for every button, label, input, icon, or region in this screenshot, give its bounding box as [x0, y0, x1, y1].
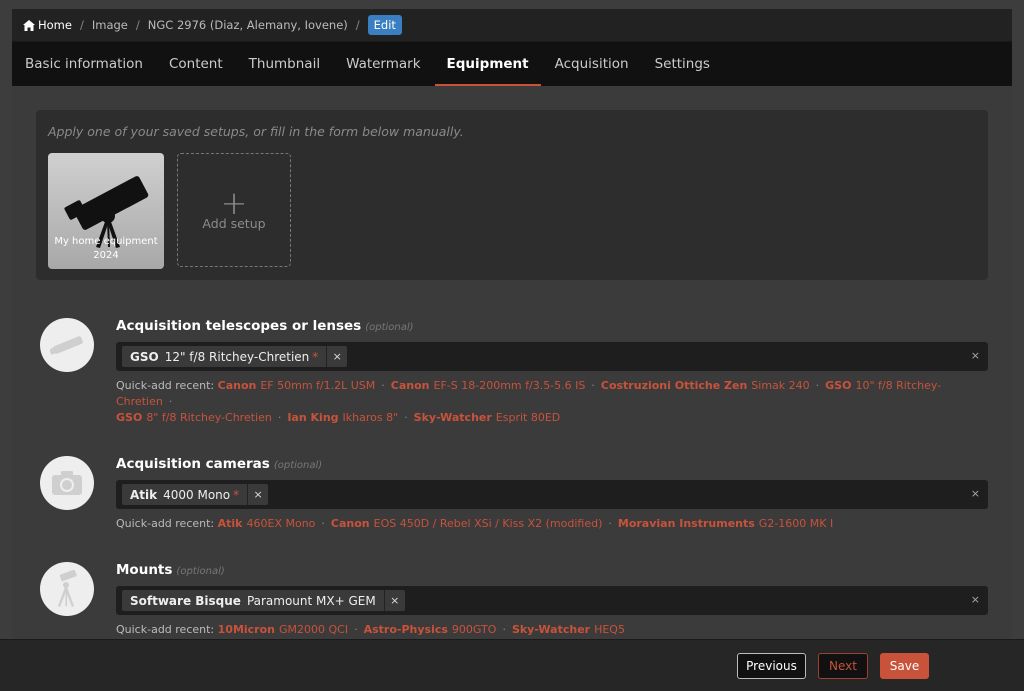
plus-icon: +: [220, 183, 248, 222]
selected-tag: GSO 12" f/8 Ritchey-Chretien * ×: [122, 346, 348, 367]
tag-name: 4000 Mono: [163, 487, 231, 502]
tab-content[interactable]: Content: [169, 42, 223, 86]
mounts-quick-add: Quick-add recent: 10Micron GM2000 QCI · Ast…: [116, 623, 625, 636]
selected-tag: Software Bisque Paramount MX+ GEM ×: [122, 590, 405, 611]
breadcrumb-separator: /: [79, 18, 84, 32]
cameras-title: Acquisition cameras (optional): [116, 456, 988, 474]
tag-brand: GSO: [130, 349, 159, 364]
tab-watermark[interactable]: Watermark: [346, 42, 420, 86]
selected-tag: Atik 4000 Mono * ×: [122, 484, 269, 505]
breadcrumb-edit: Edit: [367, 15, 402, 35]
telescopes-select[interactable]: GSO 12" f/8 Ritchey-Chretien * × ×: [116, 342, 988, 371]
quick-add-item[interactable]: 10Micron GM2000 QCI: [218, 623, 348, 636]
quick-add-item[interactable]: Moravian Instruments G2-1600 MK I: [618, 517, 833, 530]
tag-text: GSO 12" f/8 Ritchey-Chretien *: [122, 346, 328, 367]
mounts-select[interactable]: Software Bisque Paramount MX+ GEM × ×: [116, 586, 988, 615]
setup-card-label: My home equipment 2024: [54, 236, 158, 261]
tab-basic-information[interactable]: Basic information: [25, 42, 143, 86]
mounts-title: Mounts (optional): [116, 562, 988, 580]
tag-name: 12" f/8 Ritchey-Chretien: [164, 349, 310, 364]
quick-add-label: Quick-add recent:: [116, 379, 215, 392]
quick-add-item[interactable]: Astro-Physics 900GTO: [364, 623, 497, 636]
breadcrumb-home-label: Home: [38, 18, 72, 32]
setup-card-my-home-equipment[interactable]: My home equipment 2024: [48, 153, 164, 269]
telescopes-title: Acquisition telescopes or lenses (option…: [116, 318, 988, 336]
setups-hint: Apply one of your saved setups, or fill …: [48, 124, 464, 139]
quick-add-item[interactable]: Canon EF-S 18-200mm f/3.5-5.6 IS: [391, 379, 586, 392]
quick-add-item[interactable]: Costruzioni Ottiche Zen Simak 240: [601, 379, 810, 392]
clear-icon[interactable]: ×: [971, 487, 980, 500]
tag-brand: Software Bisque: [130, 593, 241, 608]
camera-icon: [40, 456, 94, 510]
tag-text: Software Bisque Paramount MX+ GEM: [122, 590, 385, 611]
home-icon: [23, 19, 35, 31]
remove-tag-icon[interactable]: ×: [327, 346, 347, 367]
telescope-icon: [40, 318, 94, 372]
cameras-select[interactable]: Atik 4000 Mono * × ×: [116, 480, 988, 509]
clear-icon[interactable]: ×: [971, 593, 980, 606]
quick-add-item[interactable]: Sky-Watcher HEQ5: [512, 623, 625, 636]
previous-button[interactable]: Previous: [737, 653, 806, 679]
tag-brand: Atik: [130, 487, 158, 502]
required-marker: *: [233, 487, 240, 502]
remove-tag-icon[interactable]: ×: [248, 484, 268, 505]
breadcrumb-image[interactable]: Image: [92, 18, 128, 32]
cameras-section: Acquisition cameras (optional) Atik 4000…: [36, 456, 988, 532]
add-setup-button[interactable]: + Add setup: [177, 153, 291, 267]
quick-add-item[interactable]: Ian King Ikharos 8": [287, 411, 398, 424]
tab-thumbnail[interactable]: Thumbnail: [249, 42, 320, 86]
breadcrumb-image-title[interactable]: NGC 2976 (Diaz, Alemany, Iovene): [148, 18, 348, 32]
quick-add-label: Quick-add recent:: [116, 517, 215, 530]
optional-label: (optional): [273, 460, 323, 471]
edit-panel: Home / Image / NGC 2976 (Diaz, Alemany, …: [12, 9, 1012, 691]
quick-add-item[interactable]: Sky-Watcher Esprit 80ED: [414, 411, 561, 424]
tab-acquisition[interactable]: Acquisition: [555, 42, 629, 86]
optional-label: (optional): [176, 566, 225, 577]
tab-bar: Basic information Content Thumbnail Wate…: [12, 42, 1012, 86]
breadcrumb-separator: /: [355, 18, 360, 32]
quick-add-item[interactable]: Canon EOS 450D / Rebel XSi / Kiss X2 (mod…: [331, 517, 602, 530]
breadcrumb: Home / Image / NGC 2976 (Diaz, Alemany, …: [12, 9, 1012, 42]
telescopes-section: Acquisition telescopes or lenses (option…: [36, 318, 988, 426]
cameras-quick-add: Quick-add recent: Atik 460EX Mono · Canon EO…: [116, 517, 834, 530]
required-marker: *: [312, 349, 319, 364]
equipment-form: Apply one of your saved setups, or fill …: [12, 86, 1012, 641]
save-button[interactable]: Save: [880, 653, 929, 679]
cameras-title-text: Acquisition cameras: [116, 456, 270, 472]
telescopes-title-text: Acquisition telescopes or lenses: [116, 318, 362, 334]
quick-add-item[interactable]: Canon EF 50mm f/1.2L USM: [218, 379, 376, 392]
mounts-section: Mounts (optional) Software Bisque Paramo…: [36, 562, 988, 638]
saved-setups-panel: Apply one of your saved setups, or fill …: [36, 110, 988, 280]
tab-equipment[interactable]: Equipment: [434, 42, 541, 86]
form-footer: Previous Next Save: [0, 639, 1024, 691]
optional-label: (optional): [365, 322, 414, 333]
tag-name: Paramount MX+ GEM: [246, 593, 376, 608]
telescopes-quick-add: Quick-add recent: Canon EF 50mm f/1.2L US…: [116, 379, 942, 424]
remove-tag-icon[interactable]: ×: [385, 590, 405, 611]
breadcrumb-separator: /: [135, 18, 140, 32]
clear-icon[interactable]: ×: [971, 349, 980, 362]
breadcrumb-home[interactable]: Home: [23, 18, 72, 32]
page-frame: Home / Image / NGC 2976 (Diaz, Alemany, …: [0, 0, 1024, 691]
next-button[interactable]: Next: [818, 653, 868, 679]
tag-text: Atik 4000 Mono *: [122, 484, 249, 505]
mount-tripod-icon: [40, 562, 94, 616]
add-setup-label: Add setup: [202, 215, 266, 231]
quick-add-label: Quick-add recent:: [116, 623, 215, 636]
setups-row: My home equipment 2024 + Add setup: [48, 153, 976, 269]
quick-add-item[interactable]: Atik 460EX Mono: [218, 517, 316, 530]
quick-add-item[interactable]: GSO 8" f/8 Ritchey-Chretien: [116, 411, 272, 424]
mounts-title-text: Mounts: [116, 562, 173, 578]
tab-settings[interactable]: Settings: [655, 42, 710, 86]
